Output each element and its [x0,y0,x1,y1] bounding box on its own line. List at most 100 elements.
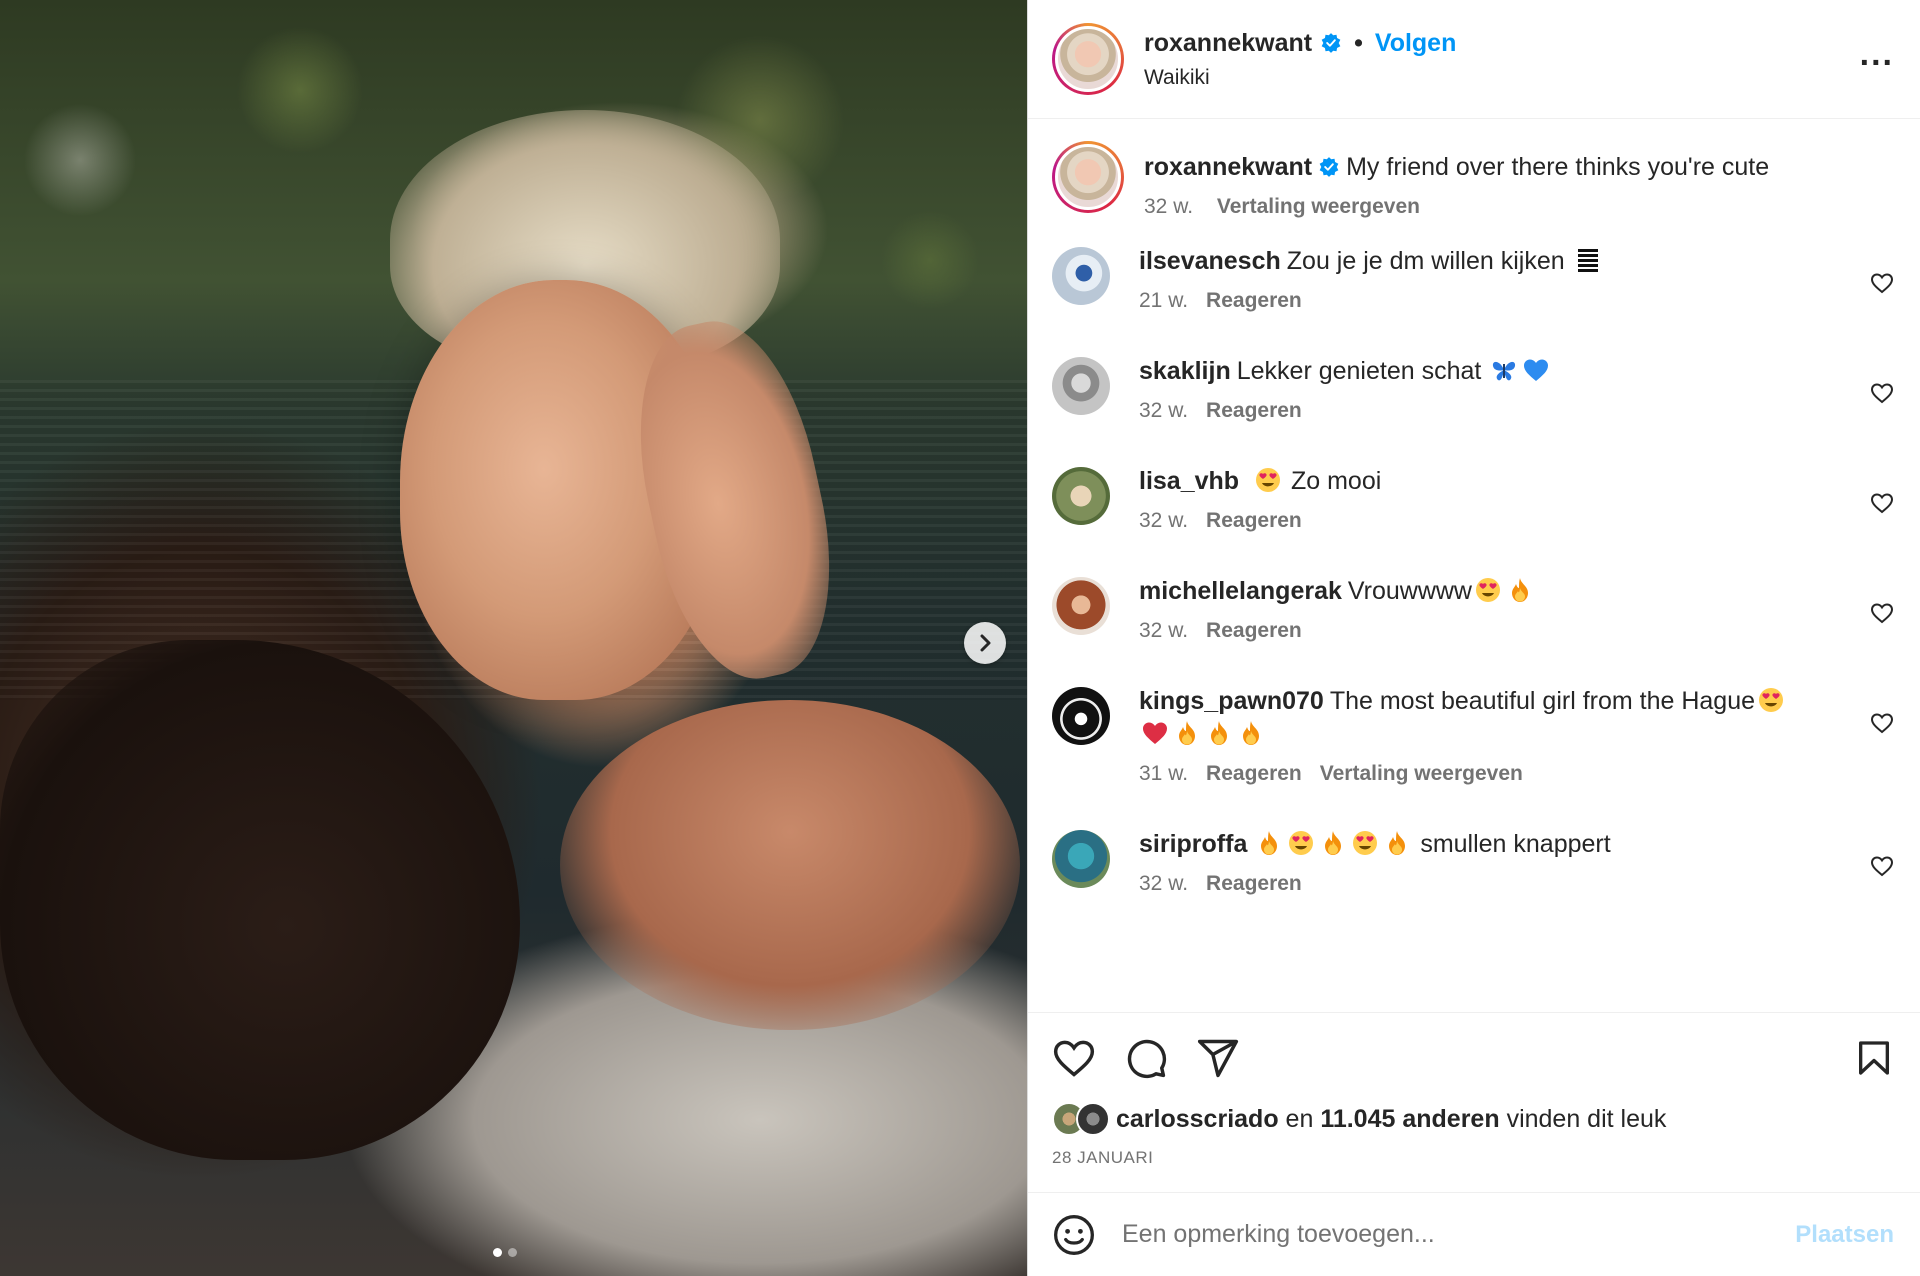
blue-heart-emoji-icon [1524,359,1549,381]
caption-time: 32 w. [1144,195,1194,218]
post-actions [1028,1012,1920,1102]
commenter-avatar[interactable] [1052,577,1110,635]
reply-button[interactable]: Reageren [1206,289,1302,312]
comment-username[interactable]: kings_pawn070 [1139,687,1324,715]
comment-time: 32 w. [1139,399,1189,422]
liker-avatars [1052,1102,1110,1136]
post-date[interactable]: 28 JANUARI [1052,1148,1894,1168]
author-avatar[interactable] [1052,23,1124,95]
heart-eyes-emoji-icon [1289,831,1314,855]
carousel-dot-active [493,1248,502,1257]
translate-button[interactable]: Vertaling weergeven [1217,195,1420,218]
post-location[interactable]: Waikiki [1144,66,1456,90]
comment-input[interactable] [1120,1219,1796,1250]
comment-time: 32 w. [1139,509,1189,532]
caption-avatar[interactable] [1052,141,1124,213]
caption-username[interactable]: roxannekwant [1144,153,1312,181]
reply-button[interactable]: Reageren [1206,399,1302,422]
comment-username[interactable]: michellelangerak [1139,577,1342,605]
likes-and: en [1285,1104,1314,1133]
fire-emoji-icon [1512,578,1528,602]
reply-button[interactable]: Reageren [1206,509,1302,532]
comment-username[interactable]: ilsevanesch [1139,247,1281,275]
like-comment-heart-icon[interactable] [1870,491,1894,515]
header-separator: • [1354,28,1363,57]
comment-item: kings_pawn070 The most beautiful girl fro… [1028,685,1920,786]
follow-button[interactable]: Volgen [1375,29,1456,58]
verified-badge-icon [1319,157,1339,177]
share-button[interactable] [1196,1036,1240,1080]
comment-button[interactable] [1124,1036,1168,1080]
comment-username[interactable]: skaklijn [1139,357,1231,385]
comment-text: Zo mooi [1290,467,1382,495]
translate-button[interactable]: Vertaling weergeven [1320,762,1523,785]
photo-shoulder [560,700,1020,1030]
share-icon [1197,1039,1239,1077]
emoji-icon [1054,1214,1094,1255]
fire-emoji-icon [1325,831,1342,855]
butterfly-emoji-icon [1493,361,1516,381]
stack-emoji-icon [1577,249,1598,272]
fire-emoji-icon [1243,721,1259,745]
reply-button[interactable]: Reageren [1206,619,1302,642]
post-comment-button[interactable]: Plaatsen [1795,1221,1894,1249]
fire-emoji-icon [1389,831,1406,855]
fire-emoji-icon [1261,831,1278,855]
fire-emoji-icon [1211,721,1227,745]
comments-list: roxannekwant My friend over there thinks … [1028,119,1920,1012]
carousel-dot [508,1248,517,1257]
comment-time: 32 w. [1139,872,1189,895]
likes-suffix: vinden dit leuk [1506,1104,1667,1133]
reply-button[interactable]: Reageren [1206,872,1302,895]
commenter-avatar[interactable] [1052,467,1110,525]
reply-button[interactable]: Reageren [1206,762,1302,785]
heart-eyes-emoji-icon [1256,468,1281,492]
chevron-right-icon [980,634,991,652]
like-comment-heart-icon[interactable] [1870,854,1894,878]
post-photo [0,0,1027,1276]
post-header: roxannekwant • Volgen Waikiki ... [1028,0,1920,119]
comment-item: lisa_vhb Zo mooi 32 w. Reageren [1028,465,1920,533]
comment-icon [1127,1039,1167,1078]
comment-text: The most beautiful girl from the Hague [1329,687,1756,715]
commenter-avatar[interactable] [1052,830,1110,888]
caption: roxannekwant My friend over there thinks … [1028,141,1920,219]
like-comment-heart-icon[interactable] [1870,271,1894,295]
like-button[interactable] [1052,1036,1096,1080]
commenter-avatar[interactable] [1052,687,1110,745]
liker-avatar [1076,1102,1110,1136]
comment-item: skaklijn Lekker genieten schat 32 w. Reage… [1028,355,1920,423]
fire-emoji-icon [1179,721,1195,745]
heart-eyes-emoji-icon [1759,688,1784,712]
like-comment-heart-icon[interactable] [1870,711,1894,735]
comment-username[interactable]: lisa_vhb [1139,467,1239,495]
comment-text: Zou je je dm willen kijken [1286,247,1565,275]
bookmark-icon [1859,1041,1889,1075]
commenter-avatar[interactable] [1052,247,1110,305]
emoji-picker-button[interactable] [1052,1213,1096,1257]
comment-item: siriproffa smullen knappert 32 w. Reagere… [1028,828,1920,896]
like-comment-heart-icon[interactable] [1870,381,1894,405]
caption-text: My friend over there thinks you're cute [1346,153,1770,181]
photo-swimsuit [0,640,520,1160]
comment-time: 21 w. [1139,289,1189,312]
comment-time: 31 w. [1139,762,1189,785]
liker-username[interactable]: carlosscriado [1116,1105,1279,1134]
comment-composer: Plaatsen [1028,1192,1920,1276]
carousel-dots [493,1248,517,1257]
like-comment-heart-icon[interactable] [1870,601,1894,625]
likes-count[interactable]: 11.045 anderen [1320,1105,1499,1134]
comment-item: michellelangerak Vrouwwww 32 w. Reageren [1028,575,1920,643]
commenter-avatar[interactable] [1052,357,1110,415]
comment-text: Vrouwwww [1347,577,1472,605]
save-button[interactable] [1854,1037,1894,1084]
post-panel: roxannekwant • Volgen Waikiki ... roxann… [1027,0,1920,1276]
more-options-icon[interactable]: ... [1860,37,1894,71]
author-username[interactable]: roxannekwant [1144,29,1312,58]
heart-eyes-emoji-icon [1476,578,1500,602]
comment-username[interactable]: siriproffa [1139,830,1247,858]
carousel-next-button[interactable] [964,622,1006,664]
heart-icon [1053,1040,1095,1077]
verified-badge-icon [1321,33,1341,53]
comment-time: 32 w. [1139,619,1189,642]
